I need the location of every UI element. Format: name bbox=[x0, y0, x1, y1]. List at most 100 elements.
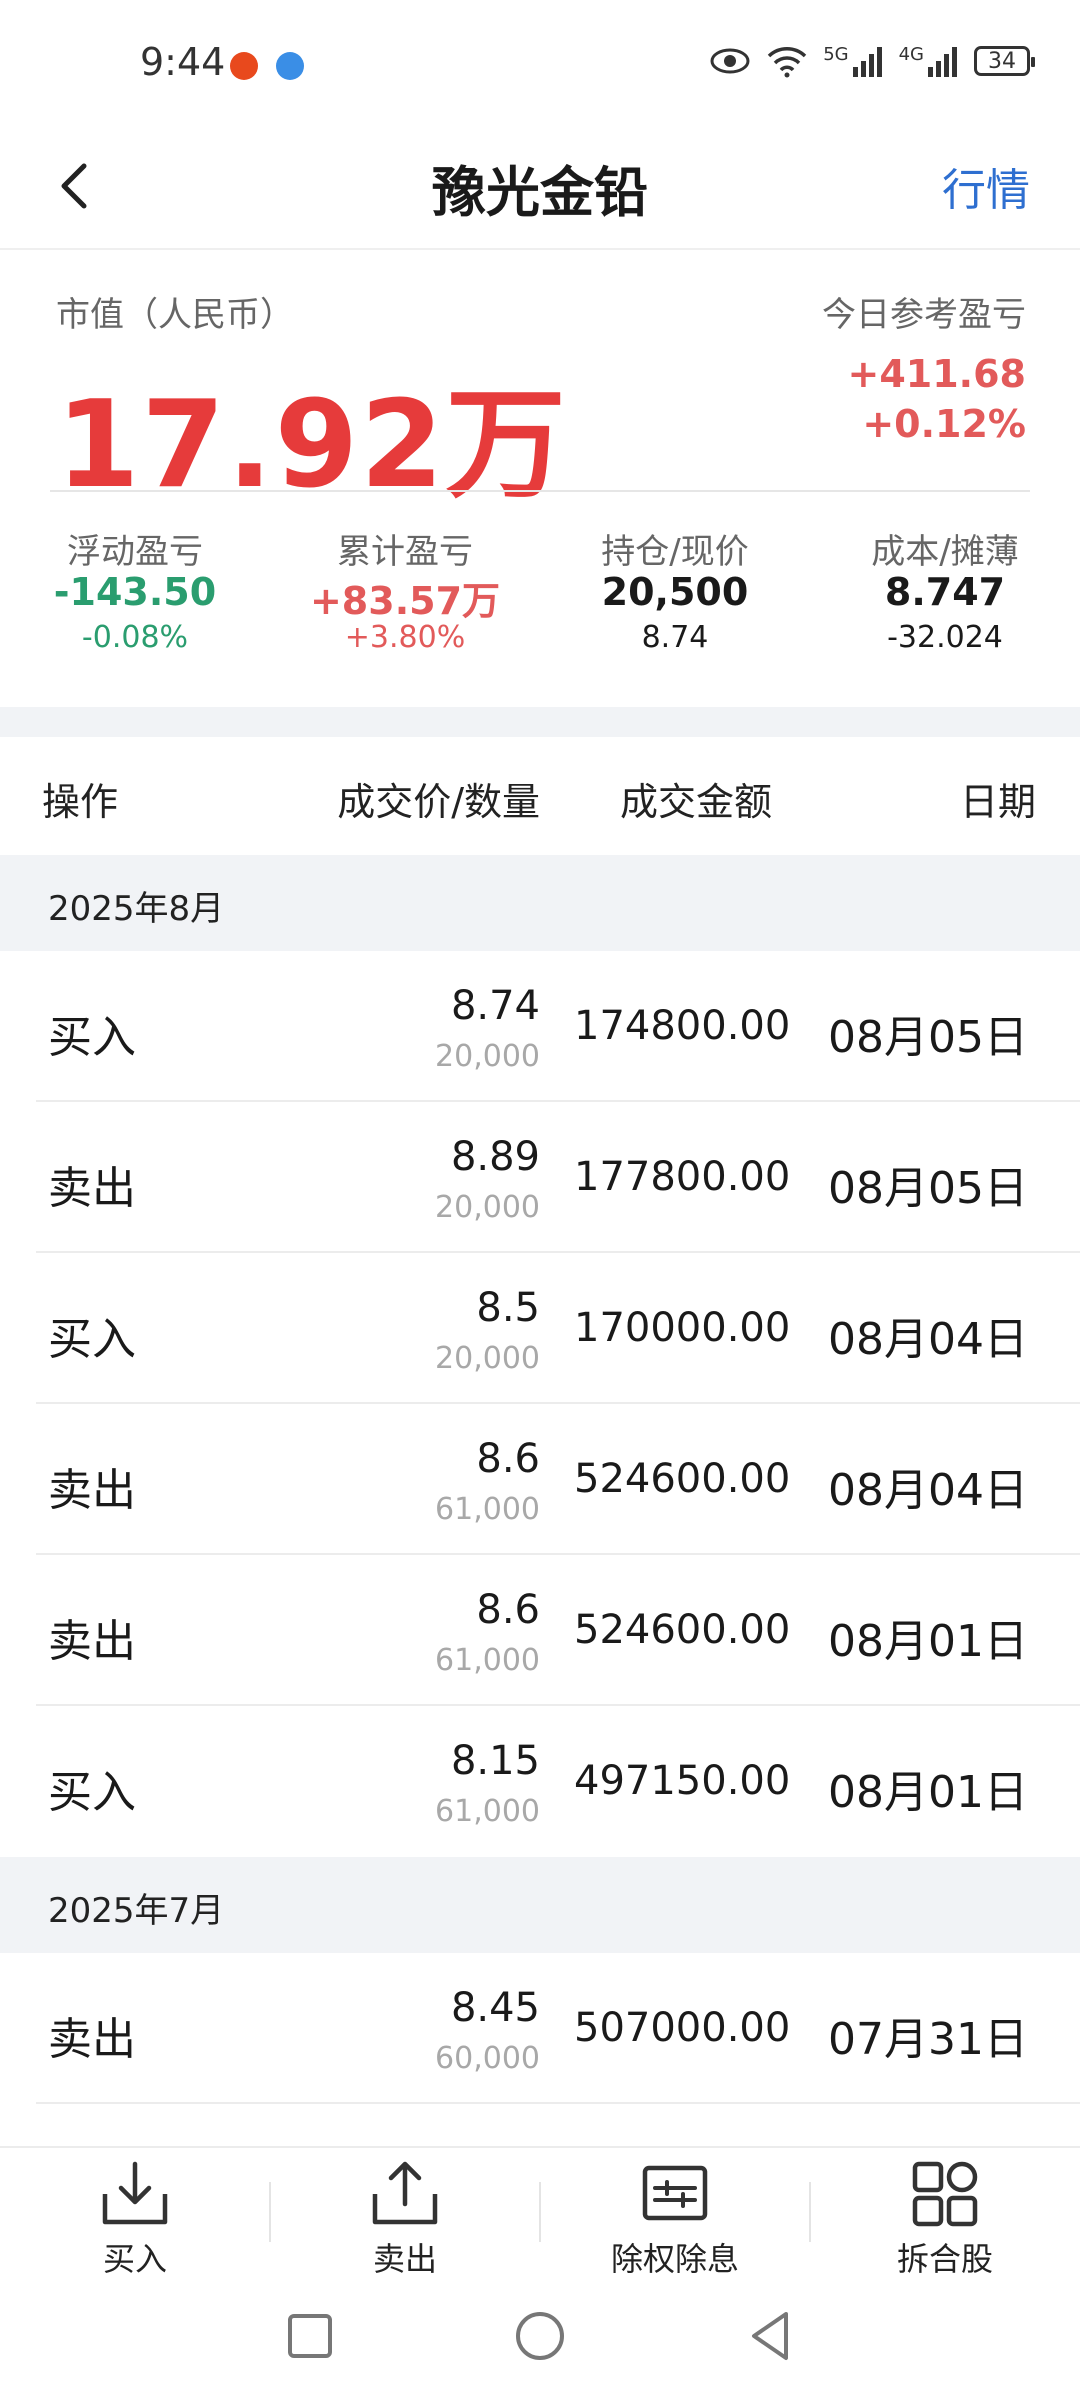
month-header: 2025年8月 bbox=[0, 855, 1080, 951]
wifi-icon bbox=[767, 47, 807, 78]
trade-date: 08月05日 bbox=[828, 1163, 1028, 1214]
trade-quantity: 61,000 bbox=[435, 1643, 540, 1678]
signal-icon bbox=[852, 47, 882, 77]
recents-button[interactable] bbox=[270, 2296, 350, 2376]
today-pl-percent: +0.12% bbox=[862, 402, 1026, 446]
trade-price: 8.89 bbox=[450, 1134, 540, 1180]
trade-amount: 507000.00 bbox=[574, 2005, 791, 2051]
trade-price: 8.15 bbox=[450, 1738, 540, 1784]
trade-price: 8.6 bbox=[476, 1587, 540, 1633]
buy-label: 买入 bbox=[102, 2240, 167, 2278]
stat-value: 20,500 bbox=[601, 570, 749, 614]
buy-button[interactable]: 买入 bbox=[0, 2156, 270, 2280]
download-tray-icon bbox=[102, 2161, 168, 2225]
trade-row[interactable]: 买入 8.5 20,000 170000.00 08月04日 bbox=[0, 1253, 1080, 1404]
stat-value: 8.747 bbox=[884, 570, 1006, 614]
grid-icon bbox=[912, 2161, 978, 2227]
trade-operation: 卖出 bbox=[48, 2014, 136, 2065]
home-button[interactable] bbox=[500, 2296, 580, 2376]
trade-row[interactable]: 买入 8.74 20,000 174800.00 08月05日 bbox=[0, 951, 1080, 1102]
sell-button[interactable]: 卖出 bbox=[270, 2156, 540, 2280]
trade-operation: 卖出 bbox=[48, 1616, 136, 1667]
column-header-price-qty: 成交价/数量 bbox=[337, 780, 540, 824]
divider bbox=[50, 490, 1030, 492]
trade-date: 08月04日 bbox=[828, 1465, 1028, 1516]
trade-quantity: 61,000 bbox=[435, 1794, 540, 1829]
stat-sub: -0.08% bbox=[81, 620, 189, 655]
app-notification-icon bbox=[230, 52, 258, 80]
stat-label: 累计盈亏 bbox=[337, 532, 473, 572]
status-time: 9:44 bbox=[140, 40, 226, 84]
market-value: 17.92万 bbox=[56, 376, 568, 515]
browser-notification-icon bbox=[276, 52, 304, 80]
trade-quantity: 61,000 bbox=[435, 1492, 540, 1527]
trade-operation: 买入 bbox=[48, 1012, 136, 1063]
stat-sub: 8.74 bbox=[641, 620, 709, 655]
trade-row[interactable]: 卖出 8.6 61,000 524600.00 08月04日 bbox=[0, 1404, 1080, 1555]
status-icons: 5G 4G 34 bbox=[709, 43, 1035, 78]
ex-rights-label: 除权除息 bbox=[610, 2240, 739, 2278]
trade-date: 08月04日 bbox=[828, 1314, 1028, 1365]
trade-date: 08月01日 bbox=[828, 1767, 1028, 1818]
system-nav-bar bbox=[0, 2276, 1080, 2400]
battery-icon: 34 bbox=[974, 46, 1035, 76]
triangle-back-icon bbox=[752, 2312, 788, 2360]
status-bar: 9:44 5G 4G 34 bbox=[0, 0, 1080, 120]
back-nav-button[interactable] bbox=[730, 2296, 810, 2376]
action-bar: 买入 卖出 除权除息 拆合股 bbox=[0, 2146, 1080, 2278]
trade-price: 8.5 bbox=[476, 1285, 540, 1331]
stat-value: -143.50 bbox=[53, 570, 217, 614]
ex-rights-button[interactable]: 除权除息 bbox=[540, 2156, 810, 2280]
trade-row[interactable]: 买入 8.15 61,000 497150.00 08月01日 bbox=[0, 1706, 1080, 1857]
split-merge-button[interactable]: 拆合股 bbox=[810, 2156, 1080, 2280]
trade-row[interactable]: 卖出 8.45 60,000 507000.00 07月31日 bbox=[0, 1953, 1080, 2104]
trade-quantity: 20,000 bbox=[435, 1341, 540, 1376]
cumulative-pl-stat: 累计盈亏 +83.57万 +3.80% bbox=[270, 524, 540, 655]
network-4g-label: 4G bbox=[898, 43, 924, 65]
square-icon bbox=[288, 2314, 332, 2358]
trade-operation: 买入 bbox=[48, 1767, 136, 1818]
stat-label: 持仓/现价 bbox=[601, 532, 749, 572]
section-gap bbox=[0, 707, 1080, 737]
stat-sub: -32.024 bbox=[887, 620, 1003, 655]
stat-sub: +3.80% bbox=[344, 620, 466, 655]
trade-amount: 174800.00 bbox=[574, 1003, 791, 1049]
trade-operation: 卖出 bbox=[48, 1163, 136, 1214]
today-pl-amount: +411.68 bbox=[847, 352, 1026, 396]
trade-quantity: 60,000 bbox=[435, 2041, 540, 2076]
trade-row[interactable]: 卖出 8.6 61,000 524600.00 08月01日 bbox=[0, 1555, 1080, 1706]
month-header: 2025年7月 bbox=[0, 1857, 1080, 1953]
market-value-label: 市值（人民币） bbox=[56, 295, 294, 335]
trade-amount: 524600.00 bbox=[574, 1607, 791, 1653]
upload-tray-icon bbox=[372, 2161, 438, 2225]
split-merge-label: 拆合股 bbox=[896, 2240, 993, 2278]
trade-row[interactable]: 卖出 8.89 20,000 177800.00 08月05日 bbox=[0, 1102, 1080, 1253]
header: 豫光金铅 行情 bbox=[0, 120, 1080, 250]
trade-amount: 524600.00 bbox=[574, 1456, 791, 1502]
adjust-card-icon bbox=[642, 2165, 708, 2221]
month-label: 2025年8月 bbox=[48, 889, 225, 929]
today-pl-label: 今日参考盈亏 bbox=[822, 295, 1026, 335]
holding-price-stat: 持仓/现价 20,500 8.74 bbox=[540, 524, 810, 655]
trade-date: 08月01日 bbox=[828, 1616, 1028, 1667]
trade-date: 07月31日 bbox=[828, 2014, 1028, 2065]
column-header-amount: 成交金额 bbox=[620, 780, 773, 824]
month-label: 2025年7月 bbox=[48, 1891, 225, 1931]
trade-amount: 177800.00 bbox=[574, 1154, 791, 1200]
column-header-date: 日期 bbox=[959, 780, 1036, 824]
cost-stat: 成本/摊薄 8.747 -32.024 bbox=[810, 524, 1080, 655]
position-summary: 市值（人民币） 17.92万 今日参考盈亏 +411.68 +0.12% 浮动盈… bbox=[0, 252, 1080, 707]
circle-icon bbox=[516, 2312, 564, 2360]
trade-price: 8.6 bbox=[476, 1436, 540, 1482]
battery-level: 34 bbox=[988, 48, 1016, 74]
page-title: 豫光金铅 bbox=[432, 161, 648, 224]
floating-pl-stat: 浮动盈亏 -143.50 -0.08% bbox=[0, 524, 270, 655]
trade-date: 08月05日 bbox=[828, 1012, 1028, 1063]
signal-icon-2 bbox=[928, 47, 957, 77]
trade-price: 8.45 bbox=[450, 1985, 540, 2031]
stat-value: +83.57万 bbox=[309, 579, 501, 623]
quote-link[interactable]: 行情 bbox=[942, 154, 1030, 218]
trade-amount: 170000.00 bbox=[574, 1305, 791, 1351]
trade-operation: 卖出 bbox=[48, 1465, 136, 1516]
table-header: 操作 成交价/数量 成交金额 日期 bbox=[0, 737, 1080, 855]
